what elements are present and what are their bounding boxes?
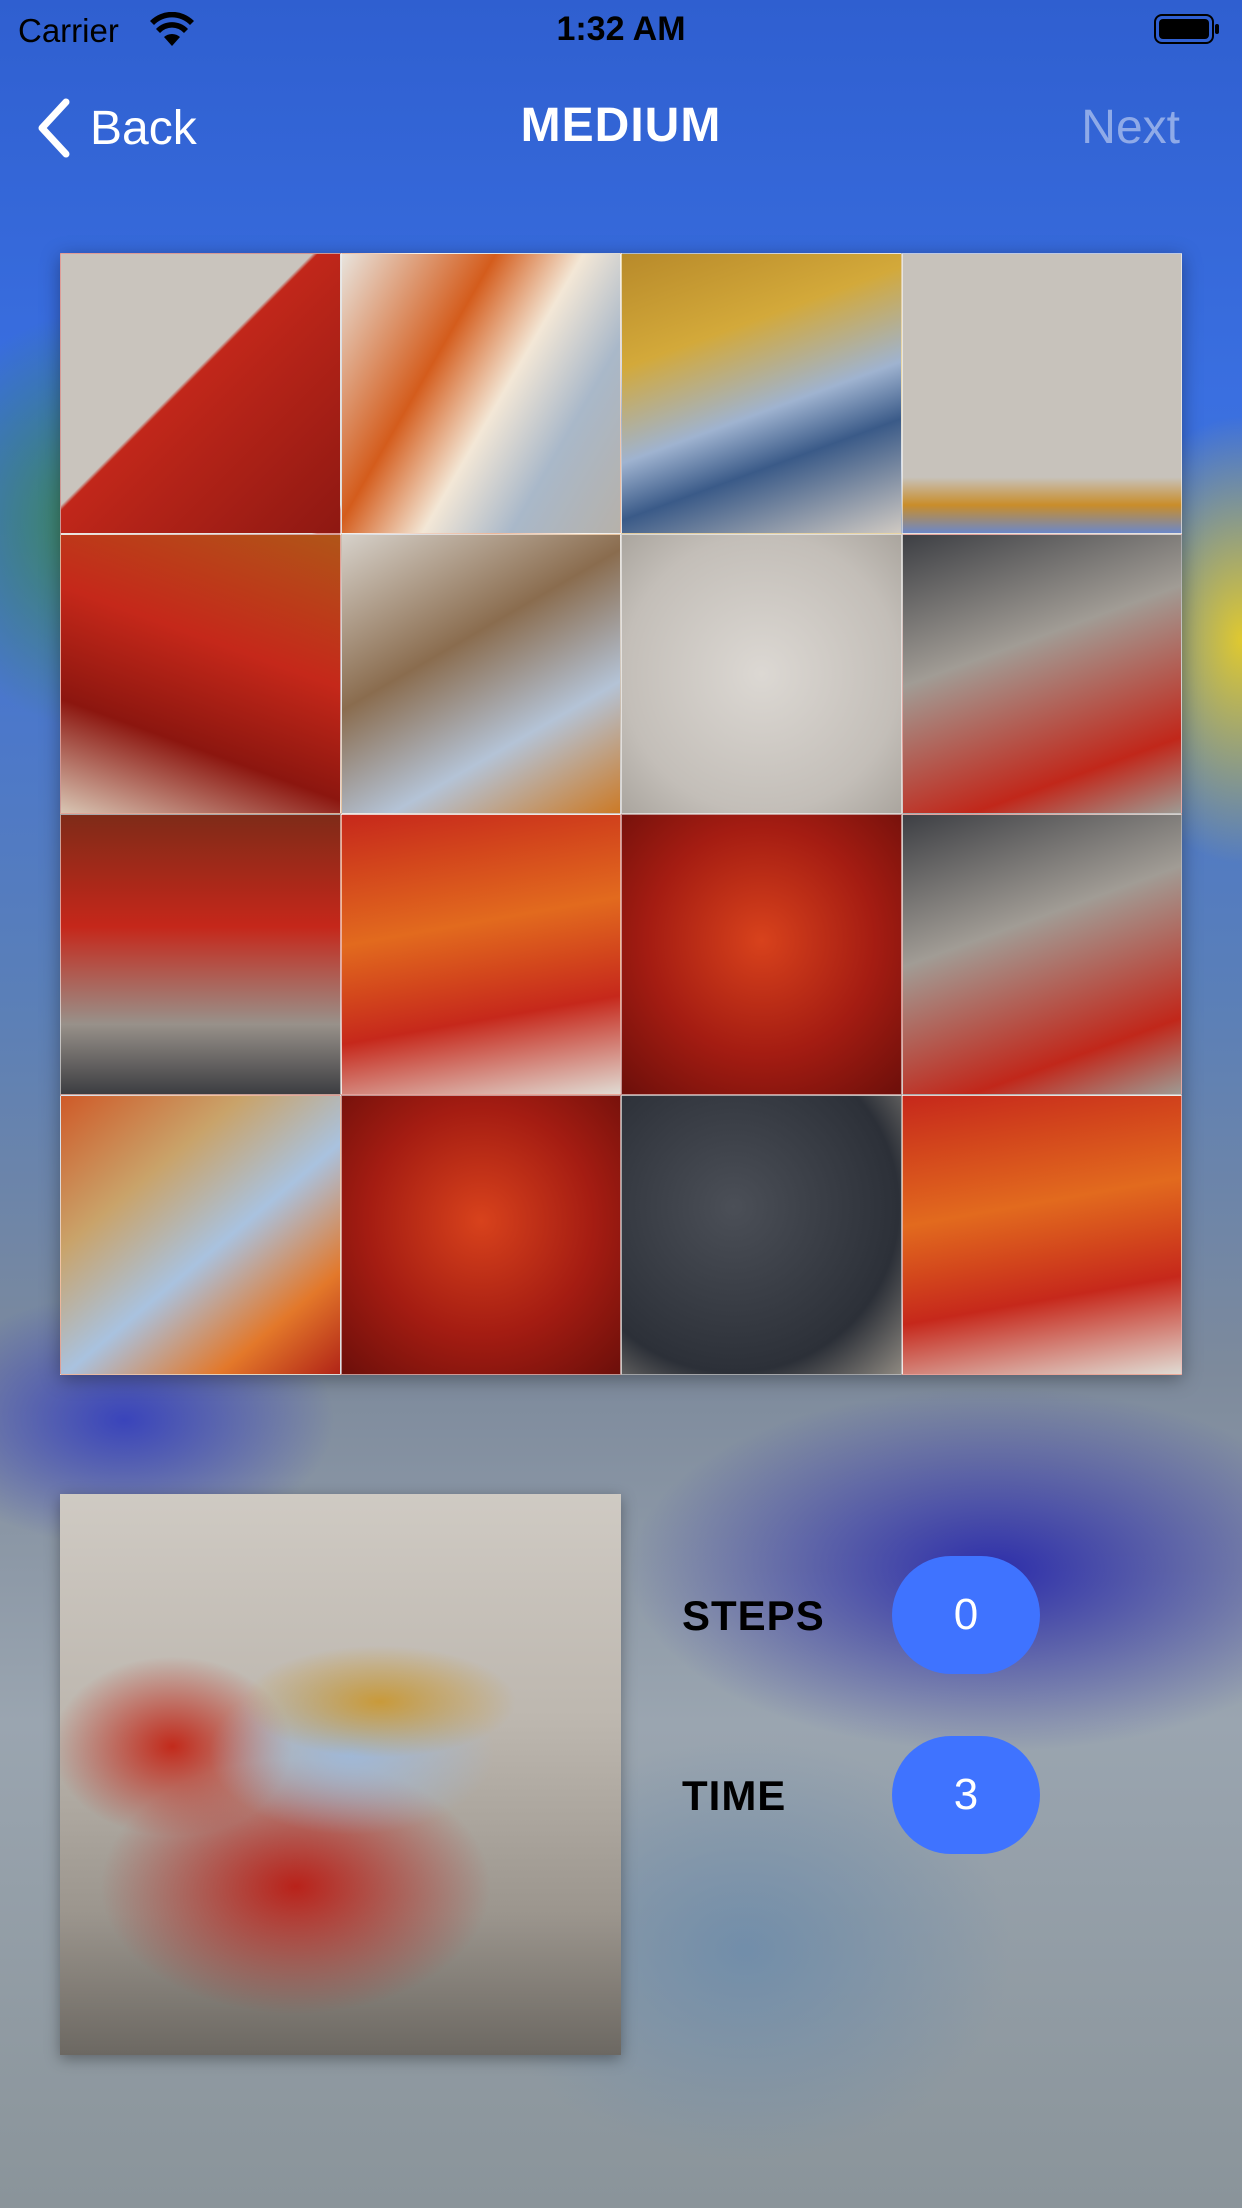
time-counter: 3	[892, 1736, 1040, 1854]
status-bar: Carrier 1:32 AM	[0, 0, 1242, 62]
puzzle-tile[interactable]	[60, 253, 341, 534]
puzzle-tile[interactable]	[901, 253, 1182, 534]
puzzle-tile[interactable]	[901, 814, 1182, 1095]
puzzle-tile[interactable]	[340, 533, 621, 814]
puzzle-tile[interactable]	[340, 1094, 621, 1375]
time-label: TIME	[682, 1772, 787, 1819]
puzzle-tile[interactable]	[621, 1094, 902, 1375]
clock: 1:32 AM	[556, 10, 686, 48]
battery-icon	[1154, 14, 1219, 44]
puzzle-tile[interactable]	[340, 253, 621, 534]
steps-label: STEPS	[682, 1592, 825, 1639]
navigation-bar: Back MEDIUM Next	[0, 88, 1242, 168]
puzzle-tile[interactable]	[621, 814, 902, 1095]
puzzle-board	[60, 253, 1182, 1375]
puzzle-tile[interactable]	[340, 814, 621, 1095]
steps-counter: 0	[892, 1556, 1040, 1674]
puzzle-tile[interactable]	[621, 533, 902, 814]
puzzle-tile[interactable]	[60, 1094, 341, 1375]
puzzle-tile[interactable]	[60, 533, 341, 814]
reference-image	[60, 1494, 621, 2055]
puzzle-tile[interactable]	[901, 533, 1182, 814]
puzzle-tile[interactable]	[621, 253, 902, 534]
puzzle-tile[interactable]	[60, 814, 341, 1095]
puzzle-tile[interactable]	[901, 1094, 1182, 1375]
page-title: MEDIUM	[520, 99, 722, 152]
next-button[interactable]: Next	[1081, 100, 1180, 155]
